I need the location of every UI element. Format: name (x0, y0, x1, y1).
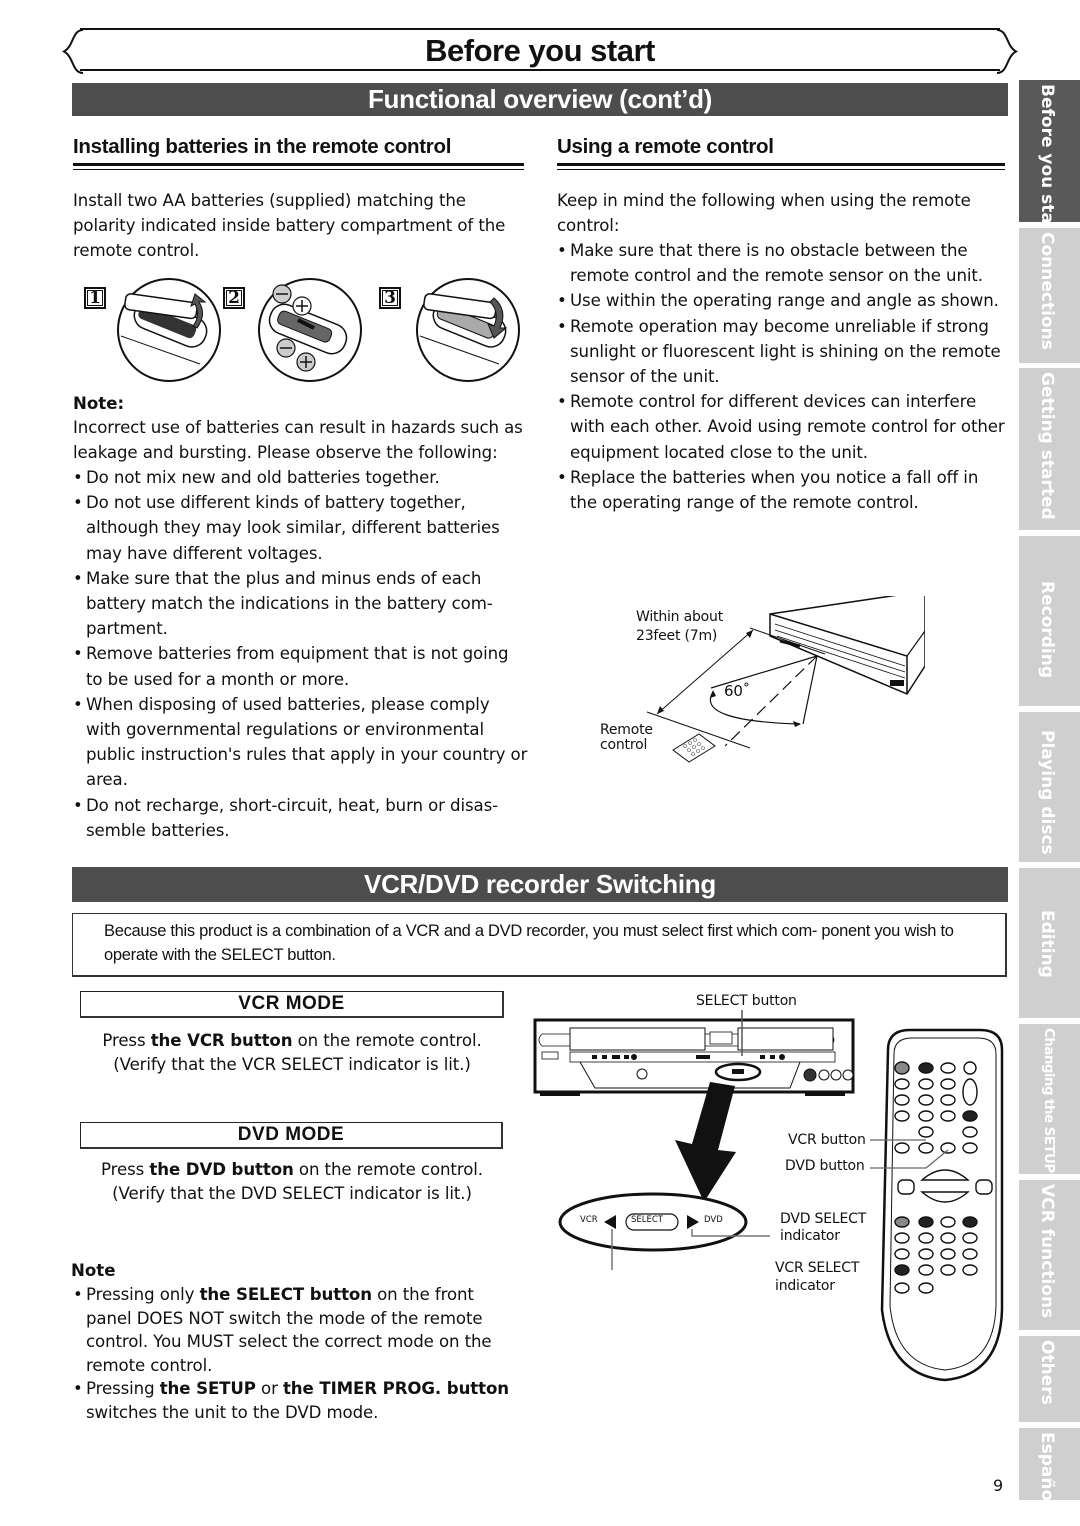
tab-label: Editing (1037, 910, 1057, 978)
remote-use-intro: Keep in mind the following when using th… (557, 191, 971, 236)
note-bold: the SELECT button (199, 1285, 372, 1304)
tab-label: VCR functions (1037, 1184, 1057, 1319)
tab-label: Getting started (1037, 372, 1057, 520)
remote-label-line2: control (600, 737, 648, 753)
tab-getting-started[interactable]: Getting started (1019, 368, 1080, 530)
chapter-title: Before you start (425, 33, 655, 68)
dvd-select-indicator-label-1: DVD SELECT (780, 1211, 867, 1227)
vcr-button-label: VCR button (788, 1132, 866, 1148)
note-bold: the SETUP (159, 1379, 256, 1398)
switching-note-heading: Note (71, 1261, 116, 1280)
list-item: Make sure that there is no obstacle betw… (557, 238, 1007, 288)
vcr-mode-instruction: Press the VCR button on the remote contr… (73, 1029, 511, 1076)
tab-label: Others (1037, 1340, 1057, 1405)
list-item: Replace the batteries when you notice a … (557, 465, 1007, 515)
select-button-label: SELECT button (696, 993, 797, 1009)
list-item: Do not mix new and old batteries togethe… (73, 465, 528, 490)
tab-vcr-functions[interactable]: VCR functions (1019, 1180, 1080, 1330)
list-item: Do not recharge, short-circuit, heat, bu… (73, 793, 528, 843)
dvd-select-indicator-label-2: indicator (780, 1228, 840, 1244)
list-item: Remote control for different devices can… (557, 389, 1007, 465)
step-2-label: 2 (223, 287, 245, 309)
list-item: Remove batteries from equipment that is … (73, 641, 528, 691)
note-text: or (255, 1379, 283, 1398)
tab-others[interactable]: Others (1019, 1336, 1080, 1422)
tab-label: Connections (1037, 232, 1057, 350)
range-label-line2: 23feet (7m) (636, 628, 718, 644)
section-title-functional-overview: Functional overview (cont’d) (72, 83, 1008, 116)
vcr-select-indicator-label-1: VCR SELECT (775, 1260, 860, 1276)
chapter-banner: Before you start (62, 28, 1018, 74)
tab-connections[interactable]: Connections (1019, 228, 1080, 363)
list-item: Pressing the SETUP or the TIMER PROG. bu… (73, 1377, 518, 1424)
vcr-mode-heading: VCR MODE (80, 991, 504, 1018)
battery-step-1-illustration (117, 278, 221, 382)
tab-label: Español (1037, 1432, 1057, 1500)
tab-playing-discs[interactable]: Playing discs (1019, 712, 1080, 862)
dvd-instruction-text: Press (101, 1160, 150, 1179)
tab-label: Before you start (1037, 84, 1057, 222)
section-title-vcr-dvd-switching: VCR/DVD recorder Switching (72, 867, 1008, 902)
dvd-verify-text: (Verify that the DVD SELECT indicator is… (112, 1183, 472, 1203)
tab-before-you-start[interactable]: Before you start (1019, 80, 1080, 222)
tab-recording[interactable]: Recording (1019, 536, 1080, 706)
panel-vcr-label: VCR (580, 1215, 598, 1225)
vcr-instruction-text-end: on the remote control. (292, 1031, 482, 1050)
switching-note-list: Pressing only the SELECT button on the f… (73, 1283, 518, 1424)
tab-label: Changing the SETUP menu (1041, 1028, 1057, 1174)
remote-use-list: Make sure that there is no obstacle betw… (557, 238, 1007, 515)
tab-label: Recording (1037, 581, 1057, 679)
tab-editing[interactable]: Editing (1019, 868, 1080, 1018)
page-number: 9 (993, 1476, 1004, 1495)
note-text: switches the unit to the DVD mode. (86, 1402, 379, 1422)
remote-control-illustration (870, 1028, 1004, 1382)
list-item: Pressing only the SELECT button on the f… (73, 1283, 518, 1377)
dvd-mode-heading: DVD MODE (80, 1122, 503, 1149)
note-text: Pressing (86, 1379, 160, 1398)
vcr-verify-text: (Verify that the VCR SELECT indicator is… (113, 1054, 471, 1074)
recorder-unit-illustration (769, 596, 925, 695)
heading-using-remote: Using a remote control (557, 134, 1005, 170)
dvd-instruction-text-end: on the remote control. (293, 1160, 483, 1179)
range-label-line1: Within about (636, 609, 723, 625)
dvd-mode-instruction: Press the DVD button on the remote contr… (73, 1158, 511, 1205)
list-item: Do not use different kinds of battery to… (73, 490, 528, 566)
note-bold: the TIMER PROG. button (282, 1379, 509, 1398)
step-1-label: 1 (84, 287, 106, 309)
vcr-instruction-text: Press (102, 1031, 151, 1050)
chapter-tabs: Before you start Connections Getting sta… (1019, 80, 1080, 1500)
list-item: When disposing of used batteries, please… (73, 692, 528, 793)
batteries-note-heading: Note: (73, 394, 125, 413)
tab-espanol[interactable]: Español (1019, 1428, 1080, 1500)
dvd-button-label: DVD button (785, 1158, 865, 1174)
panel-select-label: SELECT (631, 1215, 663, 1225)
tab-label: Playing discs (1037, 730, 1057, 855)
batteries-intro: Install two AA batteries (supplied) matc… (73, 191, 506, 261)
vcr-select-indicator-label-2: indicator (775, 1278, 835, 1294)
panel-dvd-label: DVD (704, 1215, 723, 1225)
batteries-note-list: Do not mix new and old batteries togethe… (73, 465, 528, 843)
note-text: Pressing only (86, 1285, 200, 1304)
tab-changing-setup-menu[interactable]: Changing the SETUP menu (1019, 1024, 1080, 1174)
batteries-note-intro: Incorrect use of batteries can result in… (73, 418, 523, 463)
vcr-instruction-bold: the VCR button (150, 1031, 293, 1050)
battery-step-2-illustration (258, 278, 362, 382)
step-3-label: 3 (379, 287, 401, 309)
switching-intro-box: Because this product is a combination of… (72, 913, 1007, 977)
list-item: Use within the operating range and angle… (557, 288, 1007, 313)
battery-step-3-illustration (416, 278, 520, 382)
angle-label: 60˚ (724, 682, 750, 700)
dvd-instruction-bold: the DVD button (149, 1160, 294, 1179)
list-item: Make sure that the plus and minus ends o… (73, 566, 528, 642)
heading-installing-batteries: Installing batteries in the remote contr… (73, 134, 524, 170)
list-item: Remote operation may become unreliable i… (557, 314, 1007, 390)
